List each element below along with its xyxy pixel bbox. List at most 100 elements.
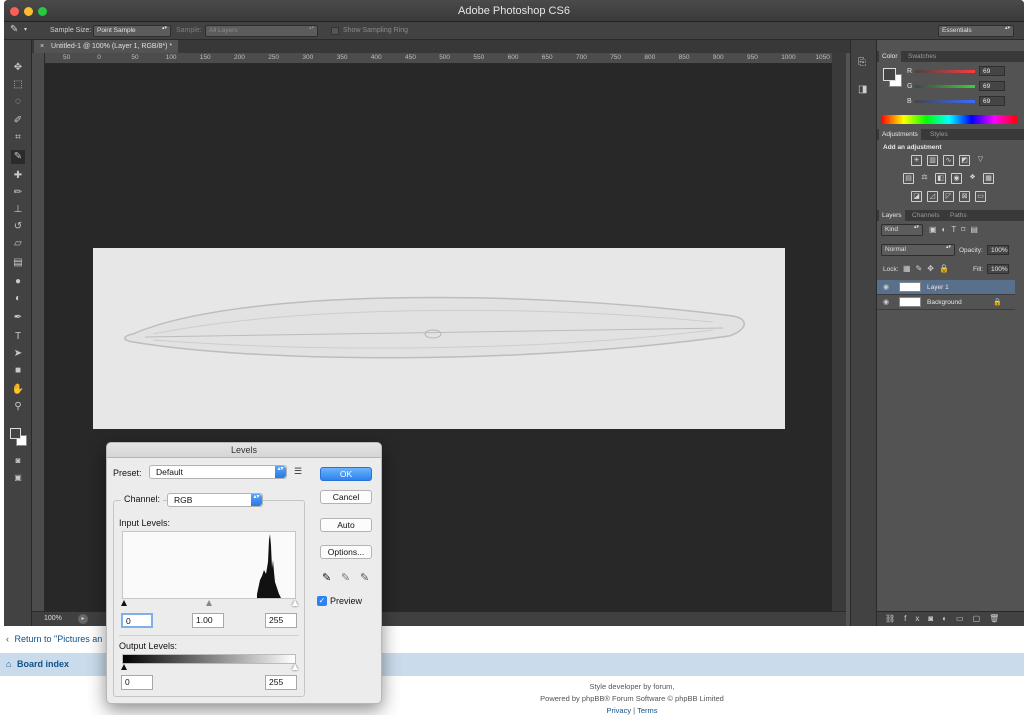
minimize-window-button[interactable] bbox=[24, 7, 33, 16]
close-tab-icon[interactable]: × bbox=[40, 43, 44, 50]
curves-icon[interactable]: ∿ bbox=[943, 155, 954, 166]
rectangle-tool-icon[interactable]: ■ bbox=[11, 364, 25, 378]
sample-size-select[interactable]: Point Sample bbox=[93, 25, 171, 37]
layers-footer-icons[interactable]: ⛓fx◙◐▭▢🗑 bbox=[877, 611, 1024, 626]
tab-color[interactable]: Color bbox=[879, 51, 901, 62]
red-slider[interactable] bbox=[915, 70, 975, 73]
layer-name[interactable]: Background bbox=[927, 295, 962, 310]
history-panel-icon[interactable]: ⎘ bbox=[858, 57, 866, 68]
fill-value[interactable]: 100% bbox=[987, 264, 1009, 274]
crop-tool-icon[interactable]: ⌗ bbox=[11, 131, 25, 145]
tab-layers[interactable]: Layers bbox=[879, 210, 905, 221]
layer-filter-icons[interactable]: ▣◐T⌑▤ bbox=[929, 225, 983, 234]
output-white-slider[interactable] bbox=[292, 664, 298, 670]
invert-icon[interactable]: ◪ bbox=[911, 191, 922, 202]
white-eyedropper-icon[interactable]: ✎ bbox=[360, 571, 369, 584]
output-black-slider[interactable] bbox=[121, 664, 127, 670]
zoom-window-button[interactable] bbox=[38, 7, 47, 16]
black-eyedropper-icon[interactable]: ✎ bbox=[322, 571, 331, 584]
channel-select[interactable]: RGB ▴▾ bbox=[167, 493, 263, 507]
clone-stamp-tool-icon[interactable]: ⊥ bbox=[11, 203, 25, 217]
workspace-select[interactable]: Essentials bbox=[938, 25, 1014, 37]
vertical-ruler[interactable] bbox=[32, 53, 45, 611]
marquee-tool-icon[interactable]: ⬚ bbox=[11, 78, 25, 92]
levels-icon[interactable]: ▥ bbox=[927, 155, 938, 166]
preset-options-icon[interactable]: ☰ bbox=[294, 466, 302, 477]
horizontal-ruler[interactable]: 50 0 50 100 150 200 250 300 350 400 450 500 550 600 65… bbox=[45, 53, 832, 64]
lock-icons[interactable]: ▦✎✥🔒 bbox=[903, 264, 954, 273]
red-value[interactable]: 69 bbox=[979, 66, 1005, 76]
vertical-scrollbar[interactable] bbox=[832, 53, 846, 611]
lasso-tool-icon[interactable]: ◌ bbox=[11, 95, 25, 109]
hand-tool-icon[interactable]: ✋ bbox=[11, 383, 25, 397]
photo-filter-icon[interactable]: ◉ bbox=[951, 173, 962, 184]
color-balance-icon[interactable]: ⚖ bbox=[919, 173, 930, 184]
properties-panel-icon[interactable]: ◨ bbox=[858, 84, 867, 95]
cancel-button[interactable]: Cancel bbox=[320, 490, 372, 504]
tab-adjustments[interactable]: Adjustments bbox=[879, 129, 921, 140]
sampling-ring-checkbox[interactable] bbox=[331, 27, 339, 35]
blur-tool-icon[interactable]: ● bbox=[11, 275, 25, 289]
preset-select[interactable]: Default ▴▾ bbox=[149, 465, 287, 479]
hue-saturation-icon[interactable]: ▤ bbox=[903, 173, 914, 184]
threshold-icon[interactable]: ◸ bbox=[943, 191, 954, 202]
screen-mode-icon[interactable]: ▣ bbox=[11, 471, 25, 485]
move-tool-icon[interactable]: ✥ bbox=[11, 61, 25, 75]
input-white-field[interactable]: 255 bbox=[265, 613, 297, 628]
quick-mask-icon[interactable]: ◙ bbox=[11, 454, 25, 468]
tab-styles[interactable]: Styles bbox=[927, 129, 951, 140]
eraser-tool-icon[interactable]: ▱ bbox=[11, 237, 25, 251]
visibility-eye-icon[interactable]: ◉ bbox=[883, 280, 889, 295]
return-link[interactable]: ‹ Return to "Pictures an bbox=[6, 634, 102, 644]
input-black-field[interactable]: 0 bbox=[121, 613, 153, 628]
quick-select-tool-icon[interactable]: ✐ bbox=[11, 114, 25, 128]
ok-button[interactable]: OK bbox=[320, 467, 372, 481]
black-white-icon[interactable]: ◧ bbox=[935, 173, 946, 184]
brightness-contrast-icon[interactable]: ☀ bbox=[911, 155, 922, 166]
channel-mixer-icon[interactable]: ❖ bbox=[967, 173, 978, 184]
input-white-point-slider[interactable] bbox=[292, 600, 298, 606]
options-button[interactable]: Options... bbox=[320, 545, 372, 559]
gray-eyedropper-icon[interactable]: ✎ bbox=[341, 571, 350, 584]
foreground-color-swatch[interactable] bbox=[10, 428, 21, 439]
input-gamma-slider[interactable] bbox=[206, 600, 212, 606]
privacy-link[interactable]: Privacy bbox=[606, 706, 631, 715]
path-selection-tool-icon[interactable]: ➤ bbox=[11, 347, 25, 361]
opacity-value[interactable]: 100% bbox=[987, 245, 1009, 255]
layer-row-layer-1[interactable]: ◉ Layer 1 bbox=[877, 280, 1015, 295]
tab-channels[interactable]: Channels bbox=[909, 210, 942, 221]
healing-brush-tool-icon[interactable]: ✚ bbox=[11, 169, 25, 183]
blue-value[interactable]: 69 bbox=[979, 96, 1005, 106]
tool-preset-chevron-down-icon[interactable]: ▾ bbox=[24, 26, 27, 33]
output-black-field[interactable]: 0 bbox=[121, 675, 153, 690]
eyedropper-tool-icon[interactable]: ✎ bbox=[10, 24, 18, 35]
pen-tool-icon[interactable]: ✒ bbox=[11, 311, 25, 325]
preview-checkbox[interactable]: ✓ bbox=[317, 596, 327, 606]
input-gamma-field[interactable]: 1.00 bbox=[192, 613, 224, 628]
eyedropper-tool-icon[interactable]: ✎ bbox=[11, 150, 25, 164]
layer-row-background[interactable]: ◉ Background 🔒 bbox=[877, 295, 1015, 310]
sample-select[interactable]: All Layers bbox=[205, 25, 318, 37]
layer-filter-select[interactable]: Kind bbox=[881, 224, 923, 236]
board-index-link[interactable]: ⌂ Board index bbox=[6, 659, 69, 669]
green-slider[interactable] bbox=[915, 85, 975, 88]
close-window-button[interactable] bbox=[10, 7, 19, 16]
gradient-tool-icon[interactable]: ▤ bbox=[11, 256, 25, 270]
visibility-eye-icon[interactable]: ◉ bbox=[883, 295, 889, 310]
history-brush-tool-icon[interactable]: ↺ bbox=[11, 220, 25, 234]
input-black-point-slider[interactable] bbox=[121, 600, 127, 606]
document-tab[interactable]: × Untitled-1 @ 100% (Layer 1, RGB/8*) * bbox=[34, 40, 179, 53]
color-spectrum-bar[interactable] bbox=[881, 115, 1017, 124]
tab-swatches[interactable]: Swatches bbox=[905, 51, 939, 62]
vibrance-icon[interactable]: ▽ bbox=[975, 155, 986, 166]
blend-mode-select[interactable]: Normal bbox=[881, 244, 955, 256]
auto-button[interactable]: Auto bbox=[320, 518, 372, 532]
posterize-icon[interactable]: ◿ bbox=[927, 191, 938, 202]
dodge-tool-icon[interactable]: ◐ bbox=[11, 292, 25, 306]
terms-link[interactable]: Terms bbox=[637, 706, 657, 715]
zoom-level[interactable]: 100% bbox=[44, 615, 62, 622]
type-tool-icon[interactable]: T bbox=[11, 330, 25, 344]
exposure-icon[interactable]: ◩ bbox=[959, 155, 970, 166]
color-lookup-icon[interactable]: ▦ bbox=[983, 173, 994, 184]
selective-color-icon[interactable]: ⊠ bbox=[959, 191, 970, 202]
